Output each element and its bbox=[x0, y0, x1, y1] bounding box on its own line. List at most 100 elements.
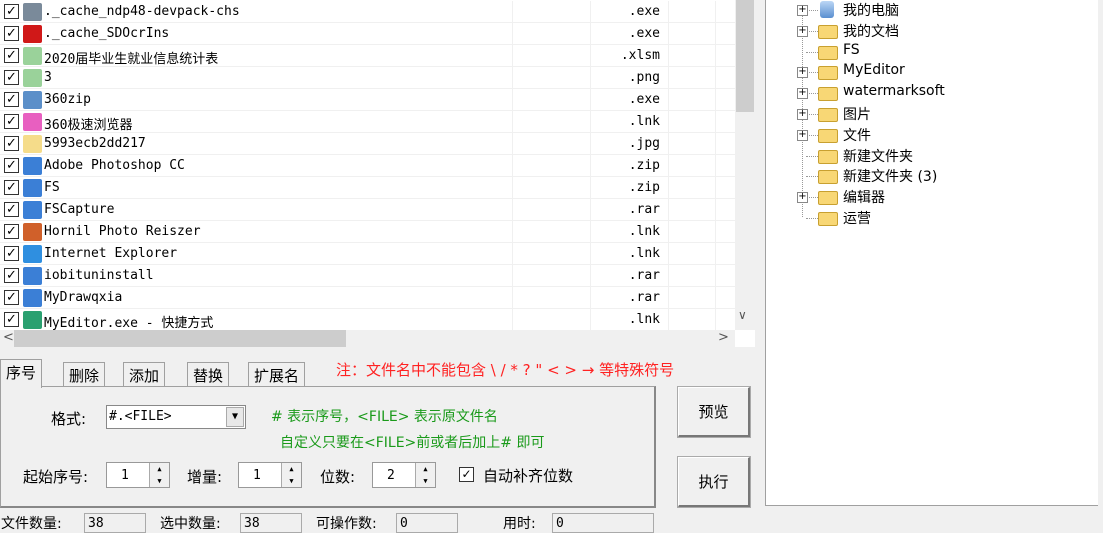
file-row[interactable]: ✓ FS .zip bbox=[0, 177, 735, 199]
tree-item[interactable]: + 我的文档 bbox=[766, 21, 1096, 42]
chevron-down-icon[interactable]: ▼ bbox=[226, 407, 244, 427]
folder-icon bbox=[818, 66, 838, 81]
tree-item[interactable]: + 图片 bbox=[766, 104, 1096, 125]
column-divider bbox=[512, 155, 513, 177]
file-row[interactable]: ✓ ._cache_SDOcrIns .exe bbox=[0, 23, 735, 45]
column-divider bbox=[512, 67, 513, 89]
folder-icon bbox=[818, 108, 838, 122]
column-divider bbox=[668, 287, 669, 309]
file-checkbox[interactable]: ✓ bbox=[4, 268, 19, 283]
start-number-stepper[interactable]: 1 ▲ ▼ bbox=[106, 462, 170, 488]
auto-pad-checkbox[interactable]: ✓ bbox=[459, 467, 474, 482]
expand-icon[interactable]: + bbox=[797, 88, 808, 100]
file-row[interactable]: ✓ MyEditor.exe - 快捷方式 .lnk bbox=[0, 309, 735, 331]
tab-4[interactable]: 扩展名 bbox=[248, 362, 306, 387]
tree-item[interactable]: + 编辑器 bbox=[766, 187, 1096, 208]
operable-count-label: 可操作数: bbox=[316, 516, 377, 532]
file-list[interactable]: ✓ ._cache_ndp48-devpack-chs .exe ✓ ._cache_S… bbox=[0, 0, 755, 347]
expand-icon[interactable]: + bbox=[797, 67, 808, 79]
tree-item[interactable]: + watermarksoft bbox=[766, 83, 1096, 104]
file-name: 360zip bbox=[44, 92, 91, 107]
browser-360-icon bbox=[23, 113, 42, 131]
file-row[interactable]: ✓ Internet Explorer .lnk bbox=[0, 243, 735, 265]
decrement-icon[interactable]: ▼ bbox=[150, 475, 169, 487]
file-row[interactable]: ✓ FSCapture .rar bbox=[0, 199, 735, 221]
elapsed-time-label: 用时: bbox=[503, 516, 536, 532]
file-checkbox[interactable]: ✓ bbox=[4, 92, 19, 107]
expand-icon[interactable]: + bbox=[797, 192, 808, 204]
increment-icon[interactable]: ▲ bbox=[150, 463, 169, 475]
format-combobox[interactable]: #.<FILE> ▼ bbox=[106, 405, 246, 429]
decrement-icon[interactable]: ▼ bbox=[282, 475, 301, 487]
file-checkbox[interactable]: ✓ bbox=[4, 290, 19, 305]
tree-connector bbox=[806, 176, 818, 178]
column-divider bbox=[715, 45, 716, 67]
vertical-scrollbar[interactable]: ∨ bbox=[735, 0, 755, 330]
file-checkbox[interactable]: ✓ bbox=[4, 4, 19, 19]
horizontal-scrollbar[interactable]: < > bbox=[0, 330, 735, 347]
scroll-right-arrow[interactable]: > bbox=[718, 330, 729, 345]
file-row[interactable]: ✓ ._cache_ndp48-devpack-chs .exe bbox=[0, 1, 735, 23]
column-divider bbox=[512, 177, 513, 199]
increment-icon[interactable]: ▲ bbox=[282, 463, 301, 475]
sequence-panel: 格式: #.<FILE> ▼ # 表示序号，<FILE> 表示原文件名 自定义只… bbox=[0, 386, 656, 508]
file-row[interactable]: ✓ iobituninstall .rar bbox=[0, 265, 735, 287]
tree-item[interactable]: + 文件 bbox=[766, 125, 1096, 146]
internet-explorer-icon bbox=[23, 245, 42, 263]
file-checkbox[interactable]: ✓ bbox=[4, 224, 19, 239]
tree-item[interactable]: + MyEditor bbox=[766, 62, 1096, 83]
digits-stepper[interactable]: 2 ▲ ▼ bbox=[372, 462, 436, 488]
expand-icon[interactable]: + bbox=[797, 129, 808, 141]
file-checkbox[interactable]: ✓ bbox=[4, 70, 19, 85]
vertical-scroll-thumb[interactable] bbox=[736, 0, 754, 112]
file-checkbox[interactable]: ✓ bbox=[4, 312, 19, 327]
column-divider bbox=[512, 1, 513, 23]
tree-item-label: watermarksoft bbox=[843, 83, 945, 100]
file-checkbox[interactable]: ✓ bbox=[4, 26, 19, 41]
decrement-icon[interactable]: ▼ bbox=[416, 475, 435, 487]
horizontal-scroll-thumb[interactable] bbox=[14, 330, 346, 347]
scroll-down-arrow[interactable]: ∨ bbox=[738, 308, 747, 322]
tab-1[interactable]: 删除 bbox=[63, 362, 106, 387]
file-row[interactable]: ✓ Adobe Photoshop CC .zip bbox=[0, 155, 735, 177]
file-row[interactable]: ✓ 360极速浏览器 .lnk bbox=[0, 111, 735, 133]
file-row[interactable]: ✓ 3 .png bbox=[0, 67, 735, 89]
expand-icon[interactable]: + bbox=[797, 5, 808, 16]
file-checkbox[interactable]: ✓ bbox=[4, 202, 19, 217]
column-divider bbox=[715, 309, 716, 331]
myeditor-icon bbox=[23, 311, 42, 329]
tree-item[interactable]: 运营 bbox=[766, 208, 1096, 229]
file-row[interactable]: ✓ 5993ecb2dd217 .jpg bbox=[0, 133, 735, 155]
tab-2[interactable]: 添加 bbox=[123, 362, 166, 387]
file-checkbox[interactable]: ✓ bbox=[4, 158, 19, 173]
expand-icon[interactable]: + bbox=[797, 109, 808, 120]
file-row[interactable]: ✓ 2020届毕业生就业信息统计表 .xlsm bbox=[0, 45, 735, 67]
step-stepper[interactable]: 1 ▲ ▼ bbox=[238, 462, 302, 488]
file-row[interactable]: ✓ Hornil Photo Reiszer .lnk bbox=[0, 221, 735, 243]
tab-0[interactable]: 序号 bbox=[0, 359, 43, 388]
file-checkbox[interactable]: ✓ bbox=[4, 180, 19, 195]
file-checkbox[interactable]: ✓ bbox=[4, 114, 19, 129]
tab-3[interactable]: 替换 bbox=[187, 362, 230, 387]
tree-item[interactable]: 新建文件夹 bbox=[766, 146, 1096, 167]
tree-item[interactable]: FS bbox=[766, 42, 1096, 63]
file-checkbox[interactable]: ✓ bbox=[4, 246, 19, 261]
preview-button[interactable]: 预览 bbox=[678, 387, 750, 437]
tree-connector bbox=[806, 155, 818, 157]
column-divider bbox=[668, 243, 669, 265]
file-row[interactable]: ✓ MyDrawqxia .rar bbox=[0, 287, 735, 309]
execute-button[interactable]: 执行 bbox=[678, 457, 750, 507]
column-divider bbox=[668, 309, 669, 331]
expand-icon[interactable]: + bbox=[797, 25, 808, 37]
file-checkbox[interactable]: ✓ bbox=[4, 136, 19, 151]
file-checkbox[interactable]: ✓ bbox=[4, 48, 19, 63]
file-row[interactable]: ✓ 360zip .exe bbox=[0, 89, 735, 111]
increment-icon[interactable]: ▲ bbox=[416, 463, 435, 475]
column-divider bbox=[715, 221, 716, 243]
tree-item[interactable]: 新建文件夹 (3) bbox=[766, 166, 1096, 187]
tree-item[interactable]: + 我的电脑 bbox=[766, 0, 1096, 21]
folder-icon bbox=[818, 87, 838, 102]
scroll-left-arrow[interactable]: < bbox=[3, 330, 14, 345]
tree-item-label: 运营 bbox=[843, 211, 871, 227]
folder-tree[interactable]: + 我的电脑 + 我的文档 FS + MyEditor + watermarksoft + 图片 + 文… bbox=[765, 0, 1098, 506]
